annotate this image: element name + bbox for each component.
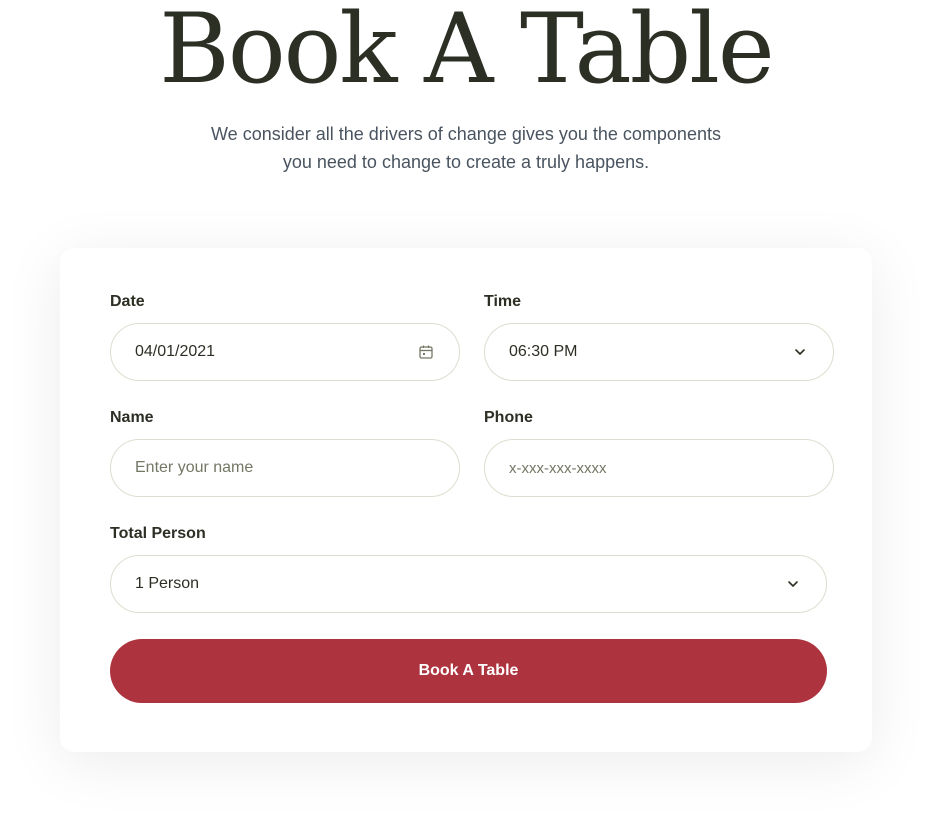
page-subtitle: We consider all the drivers of change gi… [186,120,746,176]
total-person-label: Total Person [110,525,206,542]
booking-form-card: Date 04/01/2021 Time 06:30 PM Name Enter… [60,248,872,752]
name-input[interactable]: Enter your name [110,439,460,497]
date-value: 04/01/2021 [135,343,216,360]
total-person-select[interactable]: 1 Person [110,555,827,613]
phone-placeholder: x-xxx-xxx-xxxx [509,459,607,477]
booking-page: Book A Table We consider all the drivers… [0,0,932,815]
subtitle-line-2: you need to change to create a truly hap… [282,152,650,172]
chevron-down-icon [791,343,809,361]
time-value: 06:30 PM [509,343,578,360]
chevron-down-icon [784,575,802,593]
book-table-button[interactable]: Book A Table [110,639,827,703]
subtitle-line-1: We consider all the drivers of change gi… [211,124,721,144]
phone-input[interactable]: x-xxx-xxx-xxxx [484,439,834,497]
date-field[interactable]: 04/01/2021 [110,323,460,381]
calendar-icon[interactable] [417,343,435,361]
time-select[interactable]: 06:30 PM [484,323,834,381]
page-title: Book A Table [159,0,774,105]
phone-label: Phone [484,409,533,426]
name-placeholder: Enter your name [135,459,254,476]
total-person-value: 1 Person [135,575,200,592]
name-label: Name [110,409,154,426]
date-label: Date [110,293,145,310]
time-label: Time [484,293,522,310]
